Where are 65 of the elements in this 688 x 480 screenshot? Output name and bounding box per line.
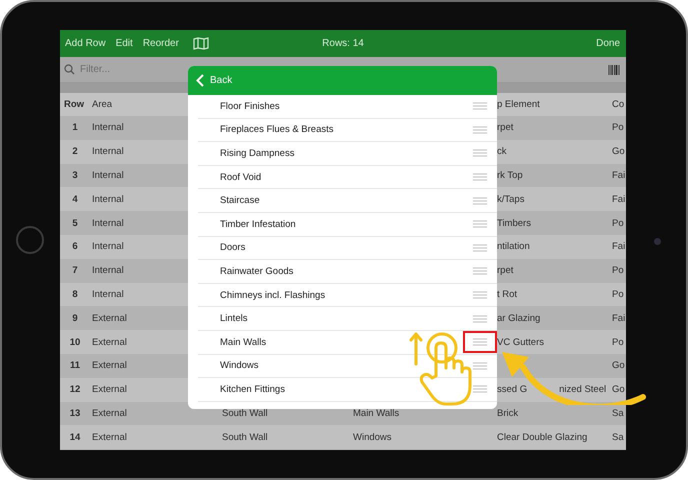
table-cell-text: 14 — [68, 432, 82, 443]
table-cell-text: External — [91, 408, 128, 419]
table-cell: Fai — [612, 170, 626, 181]
table-cell-text: 9 — [71, 312, 79, 324]
table-cell-text: t Rot — [496, 288, 518, 300]
table-cell-text: rk Top — [496, 170, 524, 181]
column-header: Co — [612, 99, 626, 110]
table-cell-text: VC Gutters — [496, 336, 545, 348]
table-cell-text: Windows — [352, 432, 393, 443]
table-cell-text: Internal — [91, 122, 125, 134]
table-cell-text: Clear Double Glazing — [496, 432, 588, 443]
table-cell: Go — [612, 146, 626, 158]
table-cell-text: 13 — [68, 408, 82, 419]
table-cell-text: 5 — [71, 218, 79, 229]
table-cell-text: ar Glazing — [496, 312, 542, 324]
row-count: Rows: 14 — [322, 38, 364, 49]
table-cell-text: Main Walls — [352, 408, 400, 419]
table-cell-text: Sa — [612, 408, 625, 419]
table-cell-text: 12 — [68, 384, 82, 396]
table-cell-text: k/Taps — [496, 194, 526, 205]
table-cell-text: ntilation — [496, 241, 531, 252]
table-cell-text: External — [91, 312, 128, 324]
table-cell-text: Brick — [496, 408, 520, 419]
table-cell-text: 11 — [68, 360, 82, 372]
table-cell-text: South Wall — [221, 432, 269, 443]
table-cell-text: Po — [612, 288, 625, 300]
table-cell-text: Po — [612, 218, 625, 229]
column-header: Row — [63, 99, 86, 110]
table-cell-text: Po — [612, 265, 625, 276]
table-cell-text: Timbers — [496, 218, 532, 229]
table-cell: Go — [612, 384, 626, 396]
table-cell-text: Internal — [91, 241, 125, 252]
table-cell-text: 8 — [71, 288, 79, 300]
table-cell-text: 4 — [71, 194, 79, 205]
table-cell-text: Internal — [91, 265, 125, 276]
table-cell-text: Internal — [91, 218, 125, 229]
table-cell-text: External — [91, 360, 128, 372]
column-header: Area — [91, 99, 114, 110]
table-cell-text: Internal — [91, 288, 125, 300]
table-cell-text: Po — [612, 336, 625, 348]
table-cell-text: External — [91, 336, 128, 348]
table-cell: nized Steel — [559, 384, 606, 396]
table-cell-text: ck — [496, 146, 508, 158]
table-cell-text: Internal — [91, 170, 125, 181]
table-cell-text: 10 — [68, 336, 82, 348]
table-cell-text: External — [91, 384, 128, 396]
column-header: p Element — [496, 99, 541, 110]
table-cell-text: rpet — [496, 122, 514, 134]
table-cell-text: 1 — [71, 122, 79, 134]
table-cell-text: 2 — [71, 146, 79, 158]
table-cell-text: Internal — [91, 146, 125, 158]
table-cell-text: rpet — [496, 265, 514, 276]
table-cell-text: Po — [612, 122, 625, 134]
table-cell-text: 6 — [71, 241, 79, 252]
table-cell: Fai — [612, 312, 626, 324]
table-cell-text: Sa — [612, 432, 625, 443]
table-cell-text: Internal — [91, 194, 125, 205]
table-cell: ssed G — [497, 384, 528, 396]
table-cell: Fai — [612, 194, 626, 205]
table-cell: Go — [612, 360, 626, 372]
table-cell-text: South Wall — [221, 408, 269, 419]
table-cell-text: External — [91, 432, 128, 443]
table-cell-text: 7 — [71, 265, 79, 276]
table-cell: Fai — [612, 241, 626, 252]
table-cell-text: 3 — [71, 170, 79, 181]
